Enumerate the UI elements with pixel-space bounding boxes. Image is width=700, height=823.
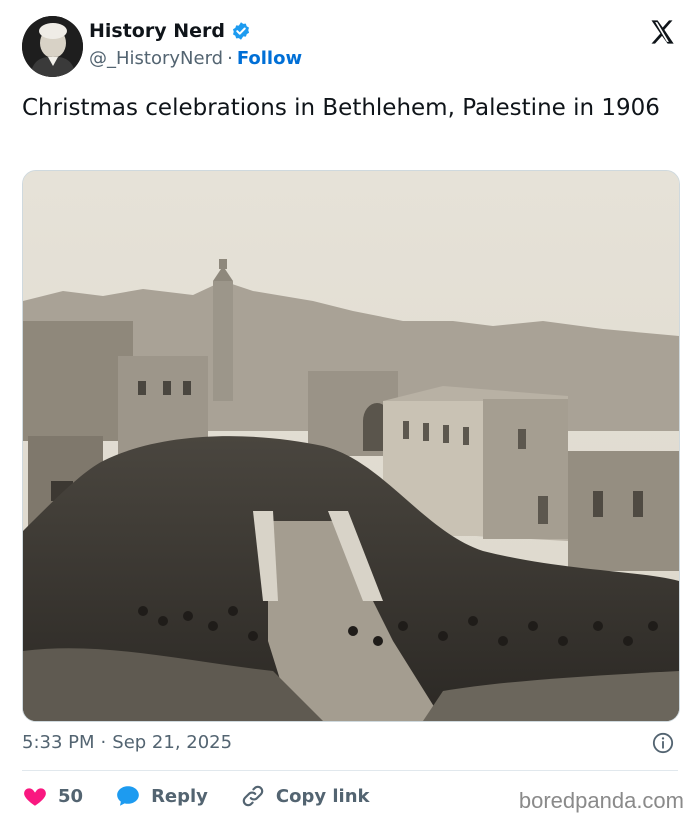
heart-icon	[24, 788, 46, 806]
tweet-date: Sep 21, 2025	[112, 732, 233, 753]
tweet-text: Christmas celebrations in Bethlehem, Pal…	[22, 95, 660, 121]
tweet-photo[interactable]	[22, 170, 680, 722]
verified-badge-icon	[233, 22, 250, 40]
follow-button[interactable]: Follow	[237, 48, 302, 69]
tweet-card: History Nerd @_HistoryNerd · Follow Chri…	[0, 0, 700, 823]
tweet-time: 5:33 PM	[22, 732, 95, 753]
reply-label: Reply	[151, 785, 208, 807]
handle-separator: ·	[227, 48, 233, 69]
author-name[interactable]: History Nerd	[89, 20, 225, 42]
watermark: boredpanda.com	[518, 788, 684, 813]
tweet-actions: 50 Reply Copy link	[22, 782, 402, 810]
timestamp-separator: ·	[100, 732, 107, 753]
author-handle[interactable]: @_HistoryNerd	[89, 48, 223, 69]
link-icon	[242, 785, 264, 807]
copy-link-button[interactable]: Copy link	[240, 783, 370, 809]
tweet-timestamp[interactable]: 5:33 PM · Sep 21, 2025	[22, 732, 232, 753]
reply-button[interactable]: Reply	[115, 783, 208, 809]
like-button[interactable]: 50	[22, 783, 83, 809]
copy-link-label: Copy link	[275, 785, 370, 807]
info-icon[interactable]	[652, 732, 674, 754]
x-logo-icon[interactable]	[648, 18, 676, 46]
avatar-portrait-icon	[22, 16, 83, 77]
divider	[22, 770, 678, 771]
like-count: 50	[58, 785, 84, 807]
speech-bubble-icon	[117, 786, 139, 806]
avatar[interactable]	[22, 16, 83, 77]
bethlehem-photo-image	[23, 171, 679, 721]
